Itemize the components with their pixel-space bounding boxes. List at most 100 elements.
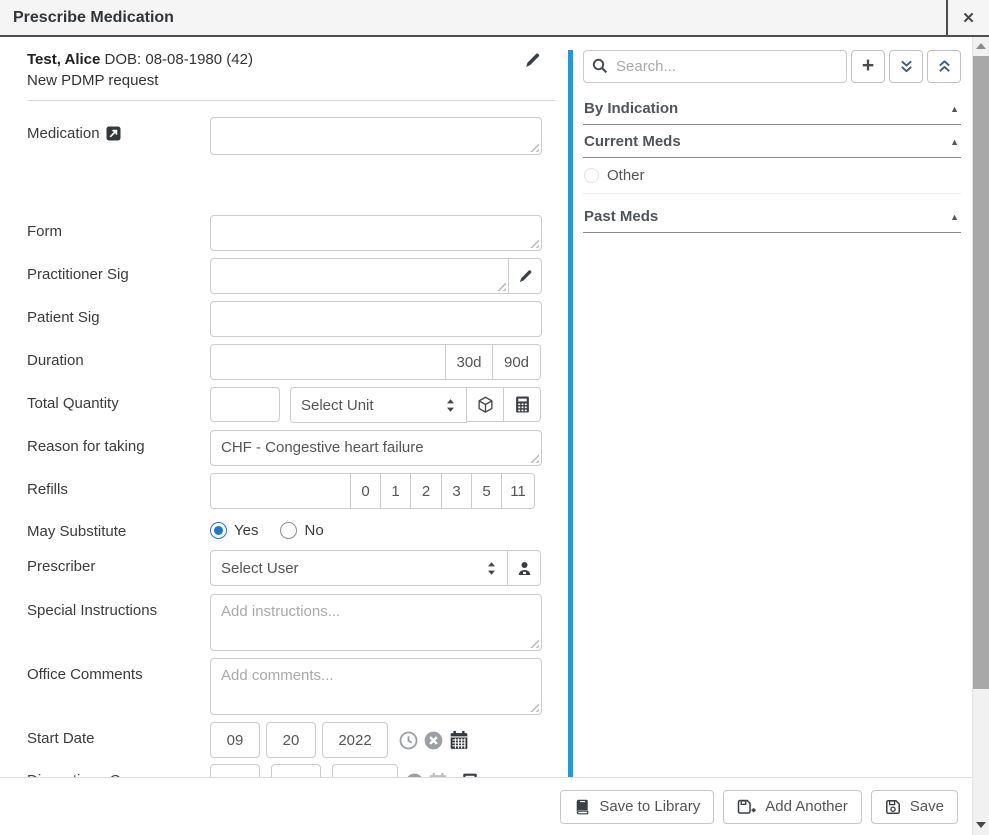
prescription-form: Medication: [27, 117, 568, 777]
discontinue-month-input[interactable]: [210, 764, 260, 777]
practitioner-sig-input[interactable]: [210, 258, 509, 294]
prescribe-medication-modal: Prescribe Medication ✕ Test, Alice DOB: …: [0, 0, 989, 835]
external-link-icon[interactable]: [106, 126, 121, 141]
close-button[interactable]: ✕: [946, 0, 989, 35]
medication-label: Medication: [27, 125, 100, 142]
section-current-meds-label: Current Meds: [584, 133, 681, 150]
calculator-button[interactable]: [503, 387, 541, 422]
refills-1-button[interactable]: 1: [380, 473, 411, 509]
form-row-total-quantity: Total Quantity Select Unit: [27, 387, 568, 423]
form-row-may-substitute: May Substitute Yes No: [27, 515, 568, 540]
chevrons-up-icon: [937, 59, 952, 74]
save-button[interactable]: Save: [871, 790, 958, 824]
clock-icon: [399, 731, 418, 750]
reason-input[interactable]: CHF - Congestive heart failure: [210, 430, 542, 466]
patient-sig-label: Patient Sig: [27, 309, 100, 326]
sort-arrows-icon: [486, 561, 497, 576]
collapse-all-button[interactable]: [927, 50, 961, 83]
unit-select[interactable]: Select Unit: [290, 387, 467, 423]
section-past-meds[interactable]: Past Meds ▲: [583, 200, 961, 233]
cube-icon: [477, 396, 494, 414]
practitioner-sig-label: Practitioner Sig: [27, 266, 129, 283]
collapse-icon: ▲: [950, 104, 959, 114]
unit-select-value: Select Unit: [301, 397, 445, 414]
add-medication-button[interactable]: +: [851, 50, 885, 83]
discontinue-day-input[interactable]: [271, 764, 321, 777]
drug-lookup-button[interactable]: [466, 387, 504, 422]
duration-30d-button[interactable]: 30d: [445, 344, 493, 380]
form-row-duration: Duration 30d 90d: [27, 344, 568, 380]
start-year-input[interactable]: [322, 722, 388, 758]
plus-icon: +: [862, 55, 874, 76]
start-month-input[interactable]: [210, 722, 260, 758]
scroll-down-arrow-icon[interactable]: [976, 822, 986, 828]
panel-accent-bar: [568, 50, 573, 777]
pencil-icon: [518, 269, 533, 284]
form-row-start-date: Start Date: [27, 722, 568, 758]
calendar-icon: [449, 730, 469, 750]
total-quantity-input[interactable]: [210, 387, 280, 422]
office-comments-input[interactable]: [210, 658, 542, 715]
form-row-prescriber: Prescriber Select User: [27, 550, 568, 586]
add-another-button[interactable]: Add Another: [723, 790, 862, 824]
form-input[interactable]: [210, 215, 542, 251]
section-current-meds[interactable]: Current Meds ▲: [583, 125, 961, 158]
refills-11-button[interactable]: 11: [501, 473, 535, 509]
current-meds-item-other[interactable]: Other: [583, 158, 961, 194]
start-date-label: Start Date: [27, 730, 95, 747]
section-by-indication-label: By Indication: [584, 100, 678, 117]
radio-unselected-icon: [280, 522, 297, 539]
search-icon: [592, 58, 608, 74]
section-by-indication[interactable]: By Indication ▲: [583, 92, 961, 125]
start-day-input[interactable]: [266, 722, 316, 758]
search-input[interactable]: [583, 50, 847, 83]
refills-2-button[interactable]: 2: [410, 473, 442, 509]
substitute-yes-option[interactable]: Yes: [210, 522, 258, 539]
substitute-no-option[interactable]: No: [280, 522, 323, 539]
x-circle-icon: [424, 731, 443, 750]
duration-90d-button[interactable]: 90d: [492, 344, 541, 380]
medication-input[interactable]: [210, 117, 542, 155]
user-icon: [517, 561, 532, 576]
reason-label: Reason for taking: [27, 438, 145, 455]
form-row-special-instructions: Special Instructions: [27, 594, 568, 651]
form-row-discontinue-on: Discontinue On - -: [27, 764, 568, 777]
refills-0-button[interactable]: 0: [350, 473, 381, 509]
form-row-reason: Reason for taking CHF - Congestive heart…: [27, 430, 568, 466]
save-to-library-button[interactable]: Save to Library: [560, 790, 714, 824]
edit-sig-button[interactable]: [508, 258, 542, 294]
edit-patient-button[interactable]: [524, 52, 541, 69]
patient-dob: DOB: 08-08-1980 (42): [105, 51, 253, 68]
pdmp-request-note: New PDMP request: [27, 70, 555, 91]
substitute-yes-label: Yes: [234, 522, 258, 539]
scrollbar-thumb[interactable]: [973, 56, 989, 689]
add-another-label: Add Another: [765, 798, 848, 815]
patient-name: Test, Alice: [27, 51, 100, 68]
start-date-calendar-button[interactable]: [449, 730, 469, 750]
prescriber-select[interactable]: Select User: [210, 550, 508, 586]
vertical-scrollbar[interactable]: [972, 37, 989, 835]
chevrons-down-icon: [899, 59, 914, 74]
select-user-button[interactable]: [507, 550, 541, 586]
modal-footer: Save to Library Add Another Save: [0, 777, 972, 835]
expand-all-button[interactable]: [889, 50, 923, 83]
sort-arrows-icon: [445, 398, 456, 413]
special-instructions-input[interactable]: [210, 594, 542, 651]
clear-start-date-button[interactable]: [424, 731, 443, 750]
scroll-up-arrow-icon[interactable]: [976, 43, 986, 49]
duration-input[interactable]: [210, 344, 446, 380]
modal-header: Prescribe Medication ✕: [0, 0, 989, 37]
refills-input[interactable]: [210, 473, 351, 509]
patient-info: Test, Alice DOB: 08-08-1980 (42) New PDM…: [27, 49, 555, 101]
refills-label: Refills: [27, 481, 68, 498]
patient-sig-input[interactable]: [210, 301, 542, 337]
discontinue-year-input[interactable]: [332, 764, 398, 777]
set-time-button[interactable]: [399, 731, 418, 750]
modal-title: Prescribe Medication: [0, 9, 174, 27]
refills-5-button[interactable]: 5: [471, 473, 502, 509]
section-past-meds-label: Past Meds: [584, 208, 658, 225]
calculator-icon: [515, 396, 530, 413]
patient-name-dob: Test, Alice DOB: 08-08-1980 (42): [27, 49, 555, 70]
date-separator: -: [321, 770, 332, 778]
refills-3-button[interactable]: 3: [441, 473, 472, 509]
